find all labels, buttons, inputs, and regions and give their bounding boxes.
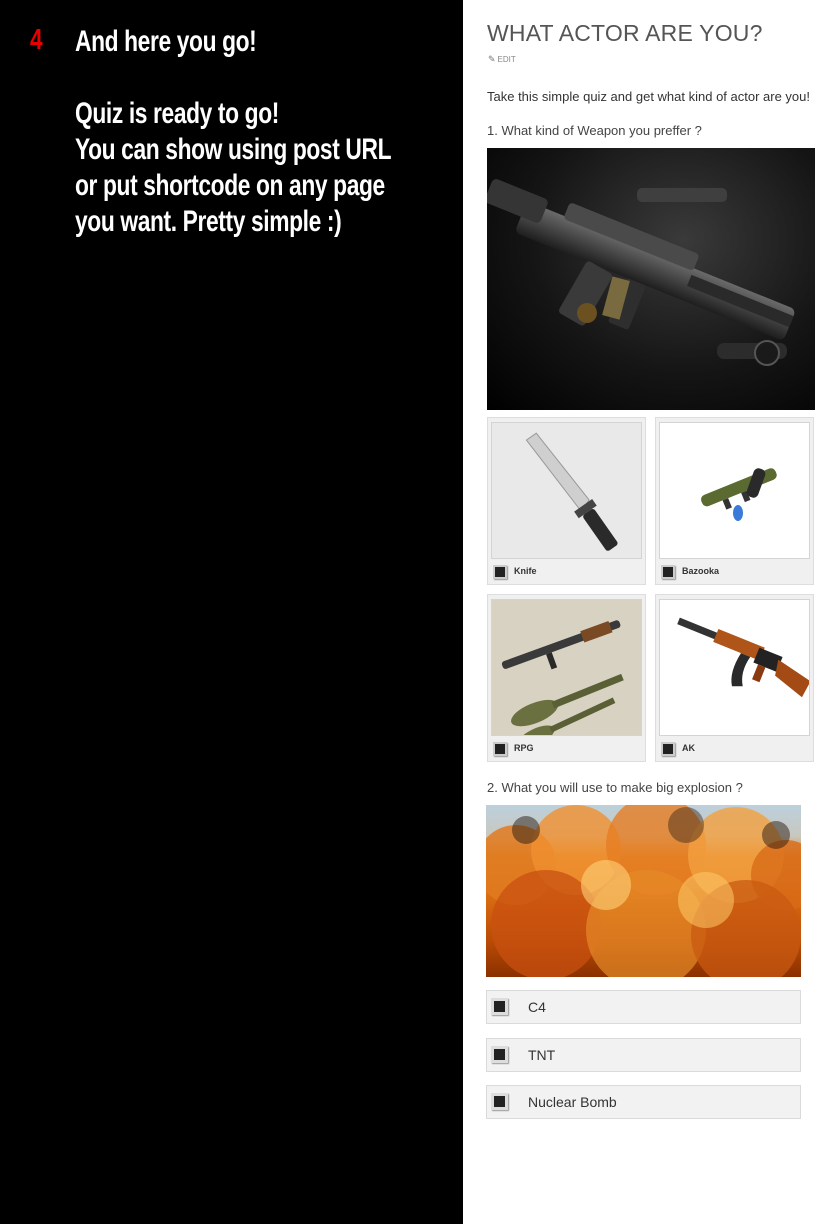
answer-checkbox[interactable]	[661, 565, 675, 579]
question-1-text: 1. What kind of Weapon you preffer ?	[487, 123, 702, 138]
quiz-page: WHAT ACTOR ARE YOU? ✎ EDIT Take this sim…	[463, 0, 837, 1224]
answer-label: C4	[528, 999, 546, 1015]
answer-card-knife[interactable]: Knife	[487, 417, 646, 585]
answer-label: Bazooka	[682, 566, 720, 576]
edit-label: EDIT	[497, 55, 516, 64]
instruction-heading: And here you go!	[75, 25, 257, 58]
instruction-paragraph: Quiz is ready to go! You can show using …	[75, 96, 440, 240]
answer-label: AK	[682, 743, 695, 753]
answer-card-rpg[interactable]: RPG	[487, 594, 646, 762]
answer-label: Knife	[514, 566, 537, 576]
answer-checkbox[interactable]	[493, 742, 507, 756]
ak-image	[659, 599, 810, 736]
question-2-text: 2. What you will use to make big explosi…	[487, 780, 743, 795]
bazooka-image	[659, 422, 810, 559]
answer-label: Nuclear Bomb	[528, 1094, 617, 1110]
answer-checkbox[interactable]	[493, 565, 507, 579]
instruction-line: Quiz is ready to go!	[75, 97, 279, 130]
answer-label: RPG	[514, 743, 534, 753]
instruction-line: or put shortcode on any page	[75, 169, 385, 202]
edit-link[interactable]: ✎ EDIT	[488, 54, 516, 65]
answer-checkbox[interactable]	[491, 998, 508, 1015]
pencil-icon: ✎	[488, 54, 496, 64]
answer-option-c4[interactable]: C4	[486, 990, 801, 1024]
step-number: 4	[30, 24, 43, 56]
answer-card-ak[interactable]: AK	[655, 594, 814, 762]
quiz-intro: Take this simple quiz and get what kind …	[487, 89, 811, 104]
answer-checkbox[interactable]	[491, 1046, 508, 1063]
answer-option-nuclear-bomb[interactable]: Nuclear Bomb	[486, 1085, 801, 1119]
answer-checkbox[interactable]	[661, 742, 675, 756]
answer-label: TNT	[528, 1047, 556, 1063]
instruction-text: And here you go! Quiz is ready to go! Yo…	[75, 24, 440, 240]
instruction-line: you want. Pretty simple :)	[75, 205, 342, 238]
answer-option-tnt[interactable]: TNT	[486, 1038, 801, 1072]
rpg-image	[491, 599, 642, 736]
question-1-image	[487, 148, 815, 410]
answer-checkbox[interactable]	[491, 1093, 508, 1110]
instruction-panel: 4 And here you go! Quiz is ready to go! …	[0, 0, 463, 1224]
instruction-line: You can show using post URL	[75, 133, 392, 166]
knife-image	[491, 422, 642, 559]
quiz-title: WHAT ACTOR ARE YOU?	[487, 20, 763, 46]
answer-card-bazooka[interactable]: Bazooka	[655, 417, 814, 585]
question-2-image	[486, 805, 801, 977]
